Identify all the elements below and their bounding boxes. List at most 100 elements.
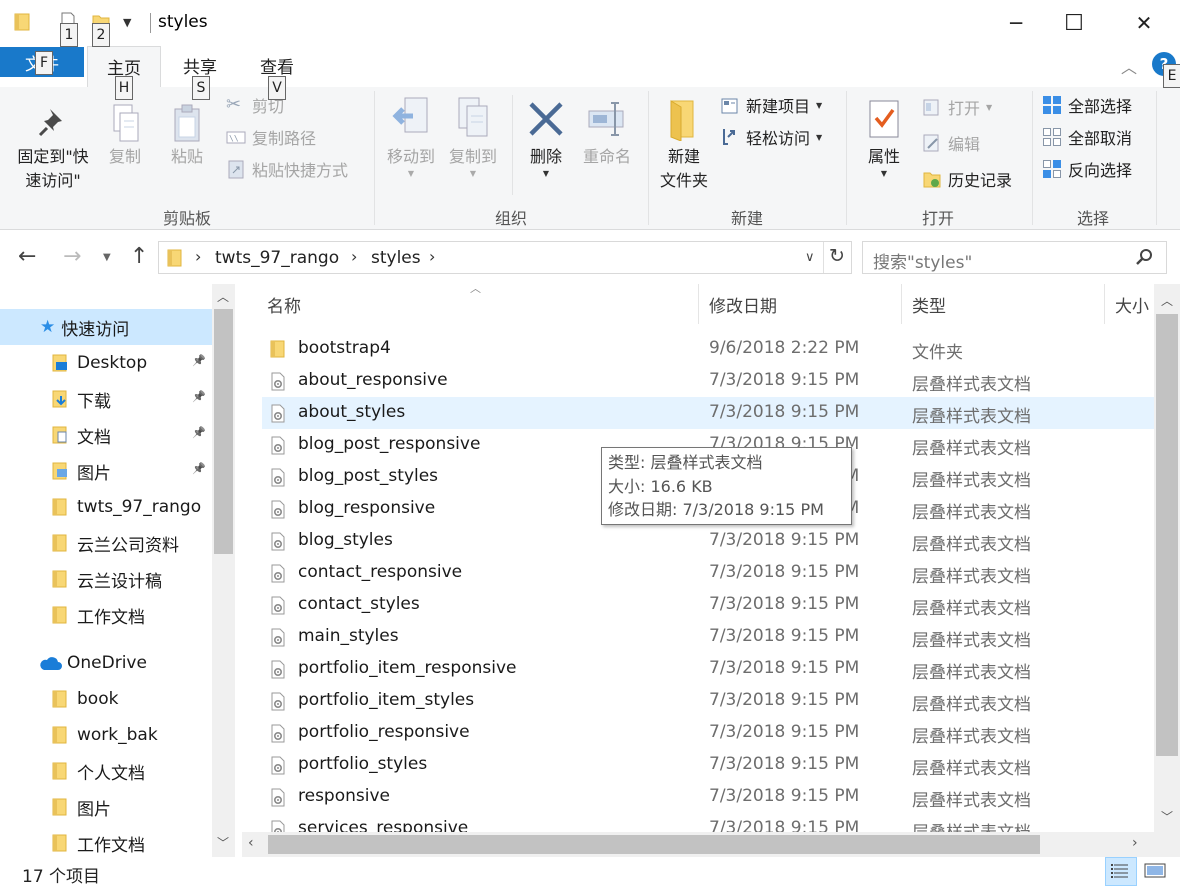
file-list-vscroll-thumb[interactable] (1156, 314, 1178, 756)
table-row[interactable]: bootstrap4 9/6/2018 2:22 PM 文件夹 (262, 333, 1154, 365)
ribbon-collapse-chevron-icon[interactable]: ︿ (1121, 54, 1137, 78)
copy-to-button[interactable]: 复制到 ▼ (442, 93, 504, 179)
pin-icon[interactable]: 📌 (192, 462, 206, 475)
invert-selection-button[interactable]: 反向选择 (1042, 155, 1132, 183)
breadcrumb-chevron-icon[interactable]: › (429, 247, 435, 266)
breadcrumb-twts-97-rango[interactable]: twts_97_rango (215, 248, 339, 268)
nav-quick-access[interactable]: ★ 快速访问 (0, 309, 212, 345)
sidebar-item-quick-4[interactable]: twts_97_rango (0, 489, 212, 525)
file-name: portfolio_item_responsive (298, 658, 517, 678)
open-button[interactable]: 打开 ▼ (922, 93, 992, 121)
recent-locations-chevron-icon[interactable]: ▼ (103, 252, 111, 263)
address-history-dropdown-icon[interactable]: ∨ (805, 250, 815, 265)
forward-arrow-icon[interactable]: → (63, 244, 81, 269)
pin-icon[interactable]: 📌 (192, 390, 206, 403)
sidebar-item-onedrive-2[interactable]: 个人文档 (0, 753, 212, 789)
rename-button[interactable]: 重命名 (576, 93, 638, 169)
new-item-button[interactable]: 新建项目 ▼ (720, 91, 822, 119)
scroll-down-icon[interactable]: ﹀ (217, 834, 229, 851)
paste-shortcut-button[interactable]: 粘贴快捷方式 (226, 155, 348, 183)
window-title: styles (158, 12, 208, 32)
minimize-button[interactable]: ─ (987, 0, 1045, 46)
table-row[interactable]: about_styles 7/3/2018 9:15 PM 层叠样式表文档 (262, 397, 1154, 429)
table-row[interactable]: contact_styles 7/3/2018 9:15 PM 层叠样式表文档 (262, 589, 1154, 621)
sidebar-item-quick-6[interactable]: 云兰设计稿 (0, 561, 212, 597)
scroll-right-icon[interactable]: › (1132, 835, 1138, 851)
sidebar-item-onedrive-3[interactable]: 图片 (0, 789, 212, 825)
sidebar-item-quick-0[interactable]: Desktop 📌 (0, 345, 212, 381)
scroll-up-icon[interactable]: ︿ (1161, 292, 1173, 309)
up-arrow-icon[interactable]: ↑ (130, 244, 148, 269)
large-icons-view-button[interactable] (1140, 857, 1172, 886)
sidebar-item-quick-3[interactable]: 图片 📌 (0, 453, 212, 489)
sidebar-item-quick-2[interactable]: 文档 📌 (0, 417, 212, 453)
breadcrumb-chevron-icon[interactable]: › (351, 247, 357, 266)
move-to-button[interactable]: 移动到 ▼ (380, 93, 442, 179)
pin-icon[interactable]: 📌 (192, 354, 206, 367)
sidebar-item-onedrive-1[interactable]: work_bak (0, 717, 212, 753)
copy-button[interactable]: 复制 (102, 101, 148, 169)
file-type: 层叠样式表文档 (912, 759, 1031, 779)
table-row[interactable]: main_styles 7/3/2018 9:15 PM 层叠样式表文档 (262, 621, 1154, 653)
details-view-button[interactable] (1105, 857, 1137, 886)
table-row[interactable]: blog_styles 7/3/2018 9:15 PM 层叠样式表文档 (262, 525, 1154, 557)
nav-onedrive[interactable]: OneDrive (0, 645, 212, 681)
search-input-placeholder[interactable]: 搜索"styles" (873, 248, 972, 273)
easy-access-button[interactable]: 轻松访问 ▼ (720, 123, 822, 151)
table-row[interactable]: about_responsive 7/3/2018 9:15 PM 层叠样式表文档 (262, 365, 1154, 397)
scroll-left-icon[interactable]: ‹ (248, 835, 254, 851)
pin-icon[interactable]: 📌 (192, 426, 206, 439)
css-file-icon (270, 468, 286, 487)
copy-path-button[interactable]: \\ 复制路径 (226, 123, 316, 151)
edit-button[interactable]: 编辑 (922, 129, 980, 157)
search-icon[interactable] (1135, 248, 1153, 270)
delete-button[interactable]: 删除 ▼ (518, 93, 574, 179)
paste-button[interactable]: 粘贴 (164, 101, 210, 169)
sidebar-item-label: 个人文档 (77, 763, 145, 784)
maximize-button[interactable]: ☐ (1045, 0, 1103, 46)
sidebar-item-quick-1[interactable]: 下载 📌 (0, 381, 212, 417)
file-list-hscrollbar[interactable]: ‹ › (242, 832, 1154, 857)
nav-pane-scroll-thumb[interactable] (214, 309, 233, 554)
table-row[interactable]: responsive 7/3/2018 9:15 PM 层叠样式表文档 (262, 781, 1154, 813)
file-name: services_responsive (298, 818, 469, 832)
refresh-icon[interactable]: ↻ (829, 245, 845, 267)
table-row[interactable]: portfolio_styles 7/3/2018 9:15 PM 层叠样式表文档 (262, 749, 1154, 781)
folder-icon (52, 498, 68, 516)
table-row[interactable]: contact_responsive 7/3/2018 9:15 PM 层叠样式表文… (262, 557, 1154, 589)
qa-customize-chevron-icon[interactable]: ▼ (123, 16, 131, 29)
address-bar[interactable]: › twts_97_rango › styles › ∨ ↻ (158, 241, 852, 274)
table-row[interactable]: services_responsive 7/3/2018 9:15 PM 层叠样式表… (262, 813, 1154, 832)
sidebar-item-onedrive-4[interactable]: 工作文档 (0, 825, 212, 861)
folder-icon (52, 390, 68, 408)
file-list-vscrollbar[interactable]: ︿ ﹀ (1154, 284, 1180, 832)
sidebar-item-quick-5[interactable]: 云兰公司资料 (0, 525, 212, 561)
table-row[interactable]: portfolio_item_responsive 7/3/2018 9:15 P… (262, 653, 1154, 685)
select-all-button[interactable]: 全部选择 (1042, 91, 1132, 119)
select-all-icon (1042, 95, 1062, 115)
scroll-down-icon[interactable]: ﹀ (1161, 808, 1173, 825)
pin-to-quick-access-button[interactable]: 固定到"快 速访问" (8, 101, 98, 193)
css-file-icon (270, 692, 286, 711)
search-box[interactable]: 搜索"styles" (862, 241, 1167, 274)
file-list-hscroll-thumb[interactable] (268, 835, 1040, 854)
sidebar-item-quick-7[interactable]: 工作文档 (0, 597, 212, 633)
nav-pane-scrollbar[interactable]: ︿ ﹀ (212, 284, 235, 857)
table-row[interactable]: portfolio_responsive 7/3/2018 9:15 PM 层叠样式… (262, 717, 1154, 749)
file-info-tooltip: 类型: 层叠样式表文档 大小: 16.6 KB 修改日期: 7/3/2018 9… (601, 447, 852, 525)
breadcrumb-chevron-icon[interactable]: › (195, 247, 201, 266)
new-folder-button[interactable]: 新建 文件夹 (652, 93, 716, 193)
open-label: 打开 (948, 99, 981, 118)
history-button[interactable]: 历史记录 (922, 165, 1012, 193)
select-none-button[interactable]: 全部取消 (1042, 123, 1132, 151)
table-row[interactable]: portfolio_item_styles 7/3/2018 9:15 PM 层叠样… (262, 685, 1154, 717)
scroll-up-icon[interactable]: ︿ (217, 288, 229, 305)
sidebar-item-onedrive-0[interactable]: book (0, 681, 212, 717)
back-arrow-icon[interactable]: ← (18, 244, 36, 269)
move-to-label: 移动到 (386, 147, 435, 166)
properties-button[interactable]: 属性 ▼ (854, 93, 914, 179)
file-type: 层叠样式表文档 (912, 791, 1031, 811)
breadcrumb-styles[interactable]: styles (371, 248, 421, 268)
group-label-organize: 组织 (494, 209, 527, 228)
close-button[interactable]: ✕ (1115, 0, 1173, 46)
